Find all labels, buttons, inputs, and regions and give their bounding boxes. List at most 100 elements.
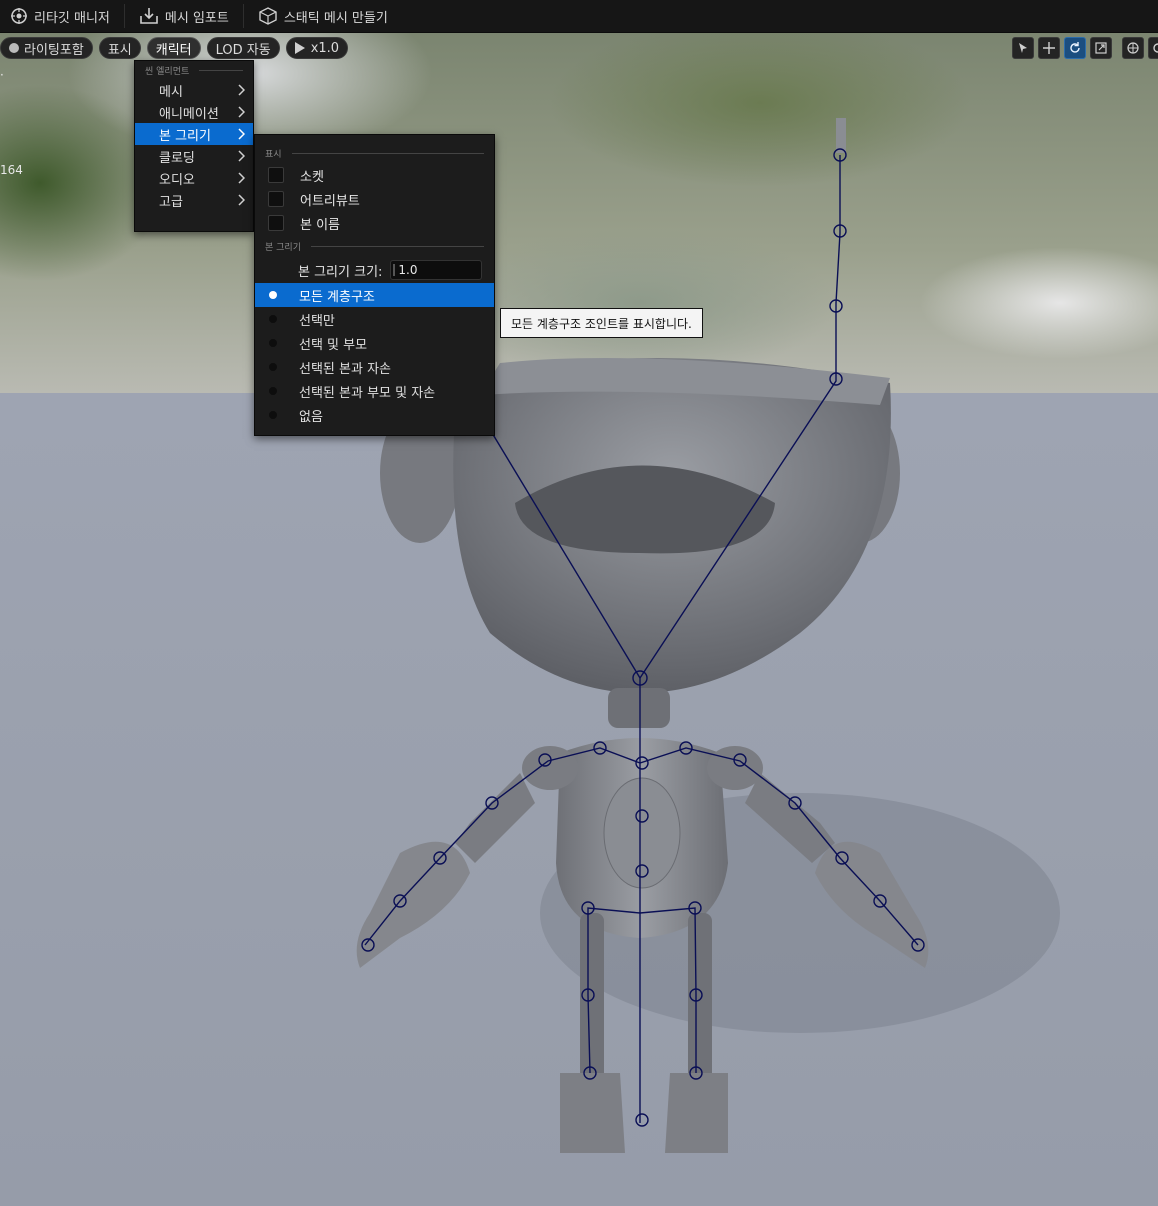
menu-section-label: 본 그리기 xyxy=(265,242,301,253)
lighting-icon xyxy=(9,43,19,53)
coordinate-space-button[interactable] xyxy=(1122,37,1144,59)
toolbar-divider xyxy=(123,4,125,28)
gear-icon xyxy=(1152,43,1158,53)
move-icon xyxy=(1043,42,1055,54)
radio-label: 선택된 본과 자손 xyxy=(299,361,391,377)
socket-toggle[interactable]: 소켓 xyxy=(255,163,494,187)
lod-label: LOD 자동 xyxy=(215,42,271,58)
menu-section-scene-elements: 씬 엘리먼트 xyxy=(135,61,253,79)
bone-drawing-submenu: 표시 소켓 어트리뷰트 본 이름 본 그리기 본 그리기 크기: 1.0 모든 … xyxy=(254,134,495,436)
scale-icon xyxy=(1095,42,1107,54)
radio-label: 선택 및 부모 xyxy=(299,337,368,353)
menu-section-divider xyxy=(199,69,243,71)
viewport-readout: 164 xyxy=(0,163,23,177)
lighting-mode-label: 라이팅포함 xyxy=(24,42,84,58)
menu-item-mesh[interactable]: 메시 xyxy=(135,79,253,101)
lod-button[interactable]: LOD 자동 xyxy=(206,37,280,59)
chevron-right-icon xyxy=(238,128,245,140)
bone-draw-size-row: 본 그리기 크기: 1.0 xyxy=(255,257,494,283)
play-icon xyxy=(294,42,305,54)
radio-indicator xyxy=(269,411,277,419)
menu-item-audio[interactable]: 오디오 xyxy=(135,167,253,189)
select-tool-button[interactable] xyxy=(1012,37,1034,59)
import-mesh-label: 메시 임포트 xyxy=(164,10,229,26)
translate-tool-button[interactable] xyxy=(1038,37,1060,59)
radio-indicator xyxy=(269,339,277,347)
scale-tool-button[interactable] xyxy=(1090,37,1112,59)
show-button[interactable]: 표시 xyxy=(98,37,141,59)
menu-item-label: 본 그리기 xyxy=(159,128,211,144)
radio-selected-indicator xyxy=(269,291,277,299)
main-toolbar: 리타깃 매니저 메시 임포트 스태틱 메시 만들기 xyxy=(0,0,1158,33)
submenu-section-show: 표시 xyxy=(255,143,494,163)
menu-item-animation[interactable]: 애니메이션 xyxy=(135,101,253,123)
radio-label: 모든 계층구조 xyxy=(299,289,375,305)
retarget-manager-button[interactable]: 리타깃 매니저 xyxy=(0,0,120,32)
menu-item-label: 애니메이션 xyxy=(159,106,219,122)
snap-settings-button[interactable] xyxy=(1148,37,1158,59)
menu-section-label: 표시 xyxy=(265,149,282,160)
menu-item-label: 오디오 xyxy=(159,172,195,188)
bone-name-checkbox[interactable] xyxy=(268,215,284,231)
globe-icon xyxy=(1127,42,1139,54)
toolbar-divider xyxy=(242,4,244,28)
menu-item-label: 고급 xyxy=(159,194,183,210)
play-speed-label: x1.0 xyxy=(310,40,340,56)
radio-indicator xyxy=(269,363,277,371)
menu-item-clothing[interactable]: 클로딩 xyxy=(135,145,253,167)
menu-item-bone-drawing[interactable]: 본 그리기 xyxy=(135,123,253,145)
chevron-right-icon xyxy=(238,172,245,184)
menu-item-label: 메시 xyxy=(159,84,183,100)
radio-label: 선택만 xyxy=(299,313,335,329)
radio-none[interactable]: 없음 xyxy=(255,403,494,427)
attribute-label: 어트리뷰트 xyxy=(300,193,360,209)
rotate-icon xyxy=(1070,42,1080,53)
viewport-transform-tools xyxy=(1012,37,1158,59)
socket-label: 소켓 xyxy=(300,169,324,185)
radio-selected-parents-children[interactable]: 선택된 본과 부모 및 자손 xyxy=(255,379,494,403)
menu-item-advanced[interactable]: 고급 xyxy=(135,189,253,211)
show-label: 표시 xyxy=(107,42,132,58)
cursor-icon xyxy=(1019,43,1027,53)
viewport-readout-mark: · xyxy=(0,68,4,82)
submenu-section-bone-drawing: 본 그리기 xyxy=(255,235,494,257)
import-icon xyxy=(140,8,158,24)
radio-indicator xyxy=(269,315,277,323)
import-mesh-button[interactable]: 메시 임포트 xyxy=(129,0,239,32)
radio-selected-and-children[interactable]: 선택된 본과 자손 xyxy=(255,355,494,379)
make-static-mesh-label: 스태틱 메시 만들기 xyxy=(283,10,388,26)
radio-indicator xyxy=(269,387,277,395)
character-button[interactable]: 캐릭터 xyxy=(146,37,201,59)
bone-draw-size-input[interactable]: 1.0 xyxy=(390,260,483,280)
bone-name-toggle[interactable]: 본 이름 xyxy=(255,211,494,235)
character-menu: 씬 엘리먼트 메시 애니메이션 본 그리기 클로딩 오디오 고급 xyxy=(134,60,254,232)
socket-checkbox[interactable] xyxy=(268,167,284,183)
play-speed-button[interactable]: x1.0 xyxy=(285,37,349,59)
attribute-checkbox[interactable] xyxy=(268,191,284,207)
tooltip: 모든 계층구조 조인트를 표시합니다. xyxy=(500,308,703,338)
menu-section-divider xyxy=(310,245,484,247)
bone-draw-size-label: 본 그리기 크기: xyxy=(298,264,383,280)
menu-item-label: 클로딩 xyxy=(159,150,195,166)
rotate-tool-button[interactable] xyxy=(1064,37,1086,59)
make-static-mesh-button[interactable]: 스태틱 메시 만들기 xyxy=(248,0,398,32)
menu-section-divider xyxy=(291,152,484,154)
attribute-toggle[interactable]: 어트리뷰트 xyxy=(255,187,494,211)
static-mesh-icon xyxy=(259,7,277,25)
retarget-manager-label: 리타깃 매니저 xyxy=(34,10,110,26)
chevron-right-icon xyxy=(238,194,245,206)
retarget-icon xyxy=(11,8,27,24)
radio-label: 없음 xyxy=(299,409,323,425)
radio-label: 선택된 본과 부모 및 자손 xyxy=(299,385,436,401)
radio-selected-only[interactable]: 선택만 xyxy=(255,307,494,331)
lighting-mode-button[interactable]: 라이팅포함 xyxy=(0,37,93,59)
bone-name-label: 본 이름 xyxy=(300,217,341,233)
chevron-right-icon xyxy=(238,150,245,162)
menu-section-label: 씬 엘리먼트 xyxy=(145,66,190,77)
character-label: 캐릭터 xyxy=(155,42,192,58)
chevron-right-icon xyxy=(238,106,245,118)
radio-all-hierarchy[interactable]: 모든 계층구조 xyxy=(255,283,494,307)
radio-selected-and-parents[interactable]: 선택 및 부모 xyxy=(255,331,494,355)
chevron-right-icon xyxy=(238,84,245,96)
viewport-toolbar: 라이팅포함 표시 캐릭터 LOD 자동 x1.0 xyxy=(0,37,349,59)
